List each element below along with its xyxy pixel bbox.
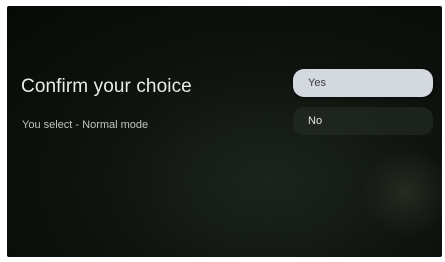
dialog-subtitle: You select - Normal mode xyxy=(22,119,149,131)
no-option-label: No xyxy=(308,115,323,127)
no-option-button[interactable]: No xyxy=(293,107,433,135)
tv-frame: Confirm your choice You select - Normal … xyxy=(0,0,445,262)
yes-option-button[interactable]: Yes xyxy=(293,69,433,97)
confirm-dialog-screen: Confirm your choice You select - Normal … xyxy=(7,6,442,257)
yes-option-label: Yes xyxy=(308,77,326,89)
dialog-title: Confirm your choice xyxy=(21,76,192,97)
background-glow xyxy=(362,147,442,237)
